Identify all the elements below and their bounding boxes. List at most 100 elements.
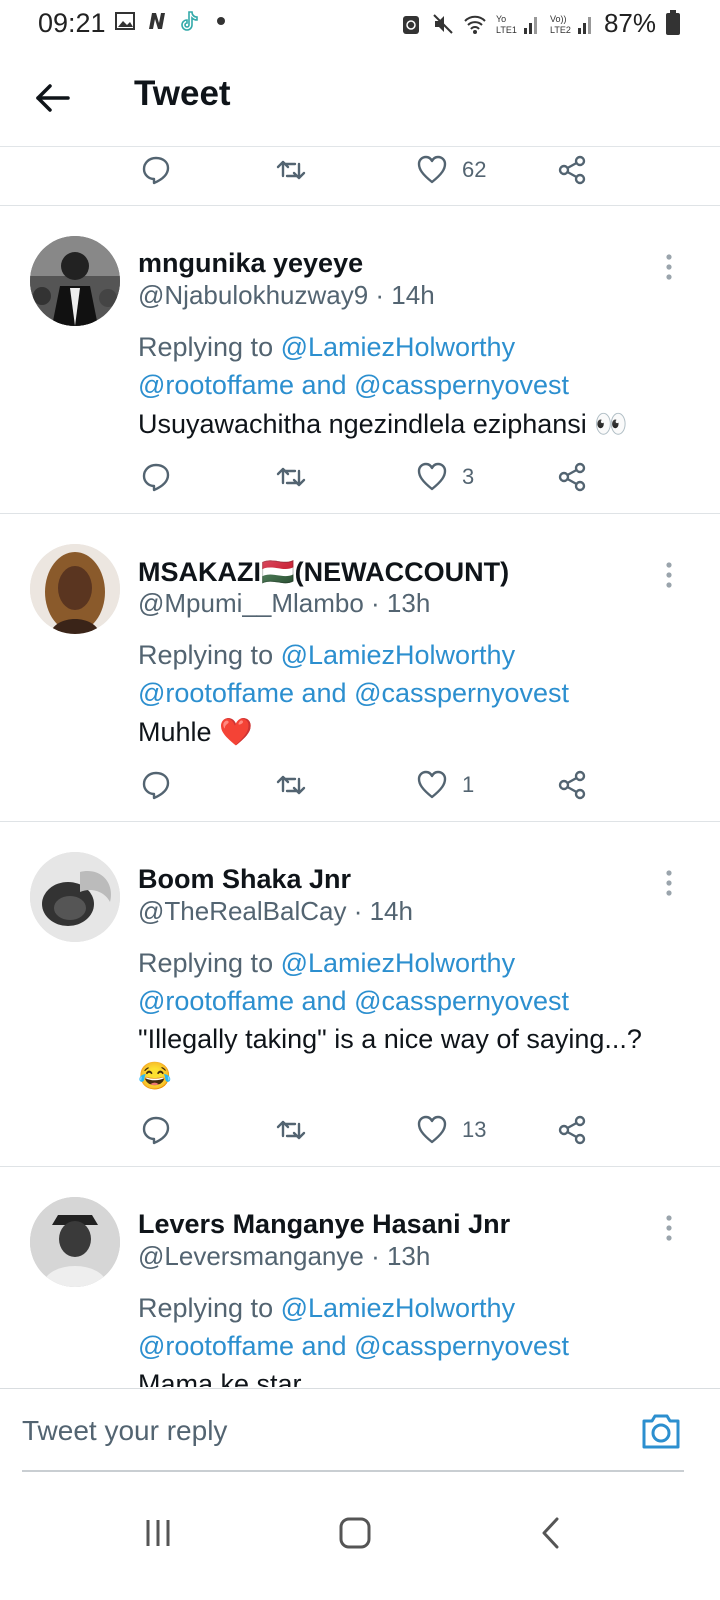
display-name[interactable]: MSAKAZI🇭🇺(NEWACCOUNT) [138, 556, 509, 588]
mention-link[interactable]: @LamiezHolworthy [281, 332, 515, 362]
mention-link[interactable]: @casspernyovest [354, 370, 569, 400]
tweet-action-bar: 1 [140, 765, 610, 805]
replying-and: and [294, 986, 355, 1016]
avatar[interactable] [30, 1197, 120, 1287]
mute-icon [433, 13, 453, 34]
status-bar: 09:21 Yo LTE1 Vo)) LTE2 87% [0, 0, 720, 46]
battery-icon [666, 9, 680, 35]
lte2-signal-icon: Vo))LTE2 [550, 14, 591, 35]
share-icon [558, 462, 586, 492]
tweet-item[interactable]: Levers Manganye Hasani Jnr @Leversmangan… [0, 1167, 720, 1387]
like-count: 13 [462, 1117, 487, 1142]
retweet-icon [276, 775, 306, 795]
tweet-action-bar: 3 [140, 457, 610, 497]
retweet-button[interactable] [275, 765, 307, 805]
svg-text:Yo: Yo [496, 14, 506, 24]
replying-and: and [294, 678, 355, 708]
more-options-icon[interactable] [664, 252, 674, 282]
replying-to: Replying to @LamiezHolworthy [138, 1293, 515, 1324]
svg-text:LTE2: LTE2 [550, 25, 571, 35]
reply-input[interactable]: Tweet your reply [22, 1415, 227, 1447]
replying-to: Replying to @LamiezHolworthy [138, 332, 515, 363]
handle-timestamp[interactable]: @Mpumi__Mlambo · 13h [138, 588, 430, 619]
reply-button[interactable] [140, 457, 172, 497]
mention-link[interactable]: @rootoffame [138, 1331, 294, 1361]
more-options-icon[interactable] [664, 1213, 674, 1243]
retweet-button[interactable] [275, 457, 307, 497]
replying-label: Replying to [138, 332, 281, 362]
battery-percent: 87% [603, 8, 656, 38]
like-count: 62 [462, 157, 487, 182]
tweet-text: "Illegally taking" is a nice way of sayi… [138, 1024, 642, 1054]
mention-link[interactable]: @casspernyovest [354, 986, 569, 1016]
share-button[interactable] [556, 457, 588, 497]
replying-to-cont: @rootoffame and @casspernyovest [138, 370, 569, 401]
reply-button[interactable] [140, 1110, 172, 1150]
back-icon[interactable] [527, 1508, 577, 1558]
recent-apps-icon[interactable] [133, 1508, 183, 1558]
recycle-icon [402, 15, 419, 34]
heart-icon [417, 155, 447, 184]
app-header: Tweet [0, 46, 720, 147]
handle-timestamp[interactable]: @TheRealBalCay · 14h [138, 896, 413, 927]
dot-icon [217, 17, 225, 25]
share-icon [558, 155, 586, 185]
share-button[interactable] [556, 765, 588, 805]
home-icon[interactable] [330, 1508, 380, 1558]
divider [0, 205, 720, 206]
retweet-icon [276, 160, 306, 180]
status-time: 09:21 [38, 8, 106, 38]
avatar[interactable] [30, 236, 120, 326]
retweet-button[interactable] [275, 150, 307, 190]
reply-button[interactable] [140, 765, 172, 805]
replying-and: and [294, 370, 355, 400]
mention-link[interactable]: @LamiezHolworthy [281, 640, 515, 670]
more-options-icon[interactable] [664, 560, 674, 590]
avatar[interactable] [30, 544, 120, 634]
divider [0, 821, 720, 822]
n-app-icon [149, 13, 165, 29]
tiktok-icon [181, 11, 198, 31]
share-button[interactable] [556, 1110, 588, 1150]
svg-text:Vo)): Vo)) [550, 14, 567, 24]
gallery-icon [115, 12, 135, 30]
display-name[interactable]: Boom Shaka Jnr [138, 864, 351, 895]
more-options-icon[interactable] [664, 868, 674, 898]
display-name[interactable]: mngunika yeyeye [138, 248, 363, 279]
svg-text:LTE1: LTE1 [496, 25, 517, 35]
divider [0, 513, 720, 514]
avatar[interactable] [30, 852, 120, 942]
reply-button[interactable] [140, 150, 172, 190]
reply-icon [142, 463, 170, 492]
back-arrow-icon[interactable] [30, 76, 74, 120]
mention-link[interactable]: @casspernyovest [354, 678, 569, 708]
mention-link[interactable]: @rootoffame [138, 370, 294, 400]
handle-timestamp[interactable]: @Njabulokhuzway9 · 14h [138, 280, 435, 311]
page-title: Tweet [134, 74, 231, 113]
replying-to-cont: @rootoffame and @casspernyovest [138, 986, 569, 1017]
handle-timestamp[interactable]: @Leversmanganye · 13h [138, 1241, 430, 1272]
mention-link[interactable]: @LamiezHolworthy [281, 948, 515, 978]
heart-icon [417, 462, 447, 491]
reply-underline [22, 1470, 684, 1472]
mention-link[interactable]: @casspernyovest [354, 1331, 569, 1361]
like-button[interactable]: 3 [416, 457, 474, 497]
like-button[interactable]: 13 [416, 1110, 486, 1150]
camera-icon[interactable] [640, 1411, 682, 1451]
mention-link[interactable]: @rootoffame [138, 986, 294, 1016]
like-button[interactable]: 1 [416, 765, 474, 805]
mention-link[interactable]: @rootoffame [138, 678, 294, 708]
tweet-action-bar: 13 [140, 1110, 610, 1150]
share-button[interactable] [556, 150, 588, 190]
heart-icon [417, 770, 447, 799]
reply-composer: Tweet your reply [0, 1388, 720, 1473]
retweet-icon [276, 1120, 306, 1140]
share-icon [558, 1115, 586, 1145]
replying-to: Replying to @LamiezHolworthy [138, 640, 515, 671]
mention-link[interactable]: @LamiezHolworthy [281, 1293, 515, 1323]
retweet-button[interactable] [275, 1110, 307, 1150]
replying-to-cont: @rootoffame and @casspernyovest [138, 678, 569, 709]
display-name[interactable]: Levers Manganye Hasani Jnr [138, 1209, 510, 1240]
reply-icon [142, 771, 170, 800]
like-button[interactable]: 62 [416, 150, 486, 190]
